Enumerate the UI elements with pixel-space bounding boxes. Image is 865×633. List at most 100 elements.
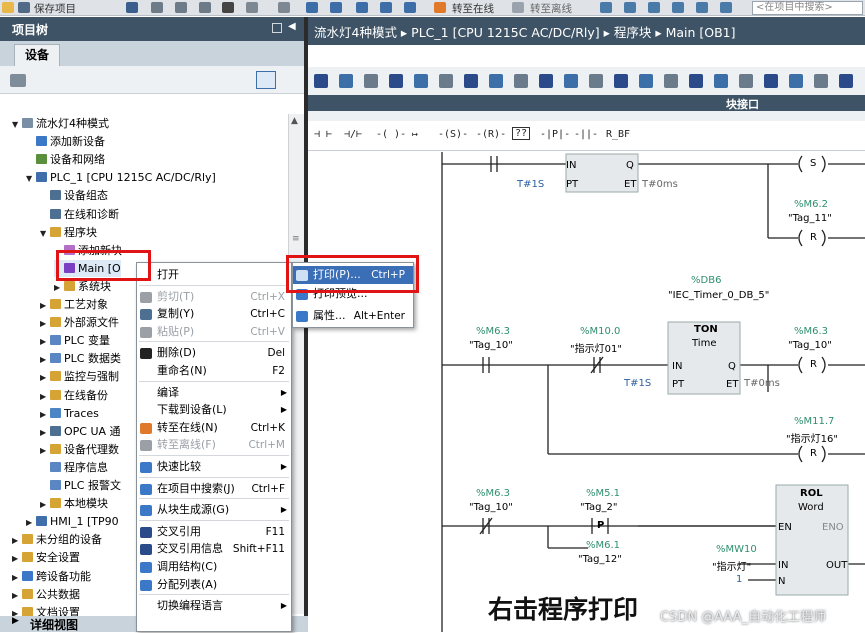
reset-address[interactable]: %M6.2 — [794, 199, 828, 210]
tree-item[interactable]: PLC 报警文 — [40, 477, 121, 494]
context-menu-item[interactable]: 在项目中搜索(J) Ctrl+F — [137, 480, 293, 498]
editor-tool-icon[interactable] — [839, 74, 853, 88]
collapsed-arrow-icon[interactable]: ▶ — [12, 532, 22, 549]
db-name[interactable]: "IEC_Timer_0_DB_5" — [668, 290, 769, 302]
tree-item[interactable]: ▶ PLC 变量 — [40, 332, 110, 349]
contact1-address[interactable]: %M6.3 — [476, 326, 510, 337]
editor-tool-icon[interactable] — [364, 74, 378, 88]
cross-reference-icon[interactable] — [672, 2, 684, 13]
set-coil-icon[interactable]: -(S)- — [438, 129, 468, 140]
reset-tag[interactable]: "Tag_11" — [788, 213, 832, 224]
redo-icon[interactable] — [278, 2, 290, 13]
collapsed-arrow-icon[interactable]: ▶ — [12, 587, 22, 604]
context-menu-item[interactable]: 交叉引用信息 Shift+F11 — [137, 540, 293, 558]
tree-item[interactable]: ▶ PLC 数据类 — [40, 350, 121, 367]
upload-icon[interactable] — [356, 2, 368, 13]
tree-item[interactable]: 设备和网络 — [26, 151, 105, 168]
reset-coil-icon[interactable]: -(R)- — [476, 129, 506, 140]
tree-item[interactable]: ▼ 流水灯4种模式 — [12, 115, 109, 132]
simulation-icon[interactable] — [380, 2, 392, 13]
collapsed-arrow-icon[interactable]: ▶ — [40, 333, 50, 350]
tree-item[interactable]: ▶ 跨设备功能 — [12, 568, 91, 585]
collapsed-arrow-icon[interactable]: ▶ — [12, 569, 22, 586]
editor-tool-icon[interactable] — [314, 74, 328, 88]
timer1-pt-value[interactable]: T#1S — [517, 179, 544, 190]
p-contact-icon[interactable]: -|P|- — [540, 129, 570, 140]
go-online-button[interactable]: 转至在线 — [452, 1, 494, 15]
collapsed-arrow-icon[interactable]: ▶ — [40, 315, 50, 332]
editor-tool-icon[interactable] — [764, 74, 778, 88]
go-offline-icon[interactable] — [512, 2, 524, 13]
collapsed-arrow-icon[interactable]: ▶ — [40, 351, 50, 368]
editor-tool-icon[interactable] — [689, 74, 703, 88]
collapsed-arrow-icon[interactable]: ▶ — [40, 442, 50, 459]
n3-contact3-address[interactable]: %M6.1 — [586, 540, 620, 551]
properties-menu-item[interactable]: 属性... Alt+Enter — [293, 307, 413, 325]
collapsed-arrow-icon[interactable]: ▶ — [40, 406, 50, 423]
project-search-input[interactable]: <在项目中搜索> — [752, 1, 863, 15]
overview-icon[interactable] — [256, 71, 276, 89]
context-menu-item[interactable]: 粘贴(P) Ctrl+V — [137, 323, 293, 341]
tree-item[interactable]: 在线和诊断 — [40, 206, 119, 223]
context-menu-item[interactable]: 转至在线(N) Ctrl+K — [137, 419, 293, 437]
go-online-icon[interactable] — [434, 2, 446, 13]
context-menu-item[interactable]: 编译 ▶ — [137, 384, 293, 402]
tree-item[interactable]: ▶ 未分组的设备 — [12, 531, 102, 548]
open-project-icon[interactable] — [2, 2, 14, 13]
tree-item[interactable]: ▼ 程序块 — [40, 224, 97, 241]
expanded-arrow-icon[interactable]: ▼ — [12, 116, 22, 133]
n3-contact1-tag[interactable]: "Tag_10" — [469, 502, 513, 513]
context-menu-item[interactable]: 复制(Y) Ctrl+C — [137, 305, 293, 323]
editor-tool-icon[interactable] — [514, 74, 528, 88]
tree-item[interactable]: 添加新设备 — [26, 133, 105, 150]
editor-tool-icon[interactable] — [789, 74, 803, 88]
contact2-tag[interactable]: "指示灯01" — [570, 340, 622, 355]
collapse-panel-icon[interactable]: ◀ — [288, 21, 298, 32]
context-menu-item[interactable]: 切换编程语言 ▶ — [137, 597, 293, 615]
tree-item[interactable]: 程序信息 — [40, 459, 108, 476]
editor-tool-icon[interactable] — [714, 74, 728, 88]
editor-tool-icon[interactable] — [489, 74, 503, 88]
no-contact-icon[interactable]: ⊣ ⊢ — [314, 129, 332, 140]
device-icon[interactable] — [404, 2, 416, 13]
tab-devices[interactable]: 设备 — [14, 44, 60, 66]
delete-icon[interactable] — [222, 2, 234, 13]
expanded-arrow-icon[interactable]: ▼ — [26, 170, 36, 187]
reset2-tag[interactable]: "指示灯16" — [786, 430, 838, 445]
editor-tool-icon[interactable] — [614, 74, 628, 88]
editor-tool-icon[interactable] — [464, 74, 478, 88]
tree-item[interactable]: ▶ 公共数据 — [12, 586, 80, 603]
ton-et-value[interactable]: T#0ms — [744, 378, 780, 389]
contact1-tag[interactable]: "Tag_10" — [469, 340, 513, 351]
collapsed-arrow-icon[interactable]: ▶ — [40, 369, 50, 386]
start-cpu-icon[interactable] — [624, 2, 636, 13]
go-offline-button[interactable]: 转至离线 — [530, 1, 572, 15]
collapsed-arrow-icon[interactable]: ▶ — [40, 388, 50, 405]
save-project-button[interactable]: 保存项目 — [34, 1, 76, 15]
tree-item[interactable]: ▶ Traces — [40, 405, 99, 422]
save-icon[interactable] — [18, 2, 30, 13]
context-menu-item[interactable]: 交叉引用 F11 — [137, 523, 293, 541]
context-menu-item[interactable]: 分配列表(A) — [137, 576, 293, 594]
splitter-bar[interactable] — [308, 111, 865, 121]
split-editor-icon[interactable] — [696, 2, 708, 13]
editor-tool-icon[interactable] — [564, 74, 578, 88]
timer1-et-value[interactable]: T#0ms — [642, 179, 678, 190]
panel-toggle-icon[interactable] — [272, 23, 282, 33]
undo-icon[interactable] — [246, 2, 258, 13]
editor-tool-icon[interactable] — [339, 74, 353, 88]
ton-pt-value[interactable]: T#1S — [624, 378, 651, 389]
expanded-arrow-icon[interactable]: ▼ — [40, 225, 50, 242]
n3-contact3-tag[interactable]: "Tag_12" — [578, 554, 622, 565]
context-menu-item[interactable]: 下载到设备(L) ▶ — [137, 401, 293, 419]
copy-icon[interactable] — [175, 2, 187, 13]
collapsed-arrow-icon[interactable]: ▶ — [40, 297, 50, 314]
context-menu-item[interactable]: 转至离线(F) Ctrl+M — [137, 436, 293, 454]
scroll-up-icon[interactable]: ▲ — [291, 116, 298, 126]
print-icon[interactable] — [126, 2, 138, 13]
rol-in-address[interactable]: %MW10 — [716, 544, 757, 555]
tree-item[interactable]: ▶ 安全设置 — [12, 549, 80, 566]
collapsed-arrow-icon[interactable]: ▶ — [40, 496, 50, 513]
expand-detail-icon[interactable]: ▶ — [12, 616, 19, 626]
coil-icon[interactable]: -( )- — [376, 129, 406, 140]
